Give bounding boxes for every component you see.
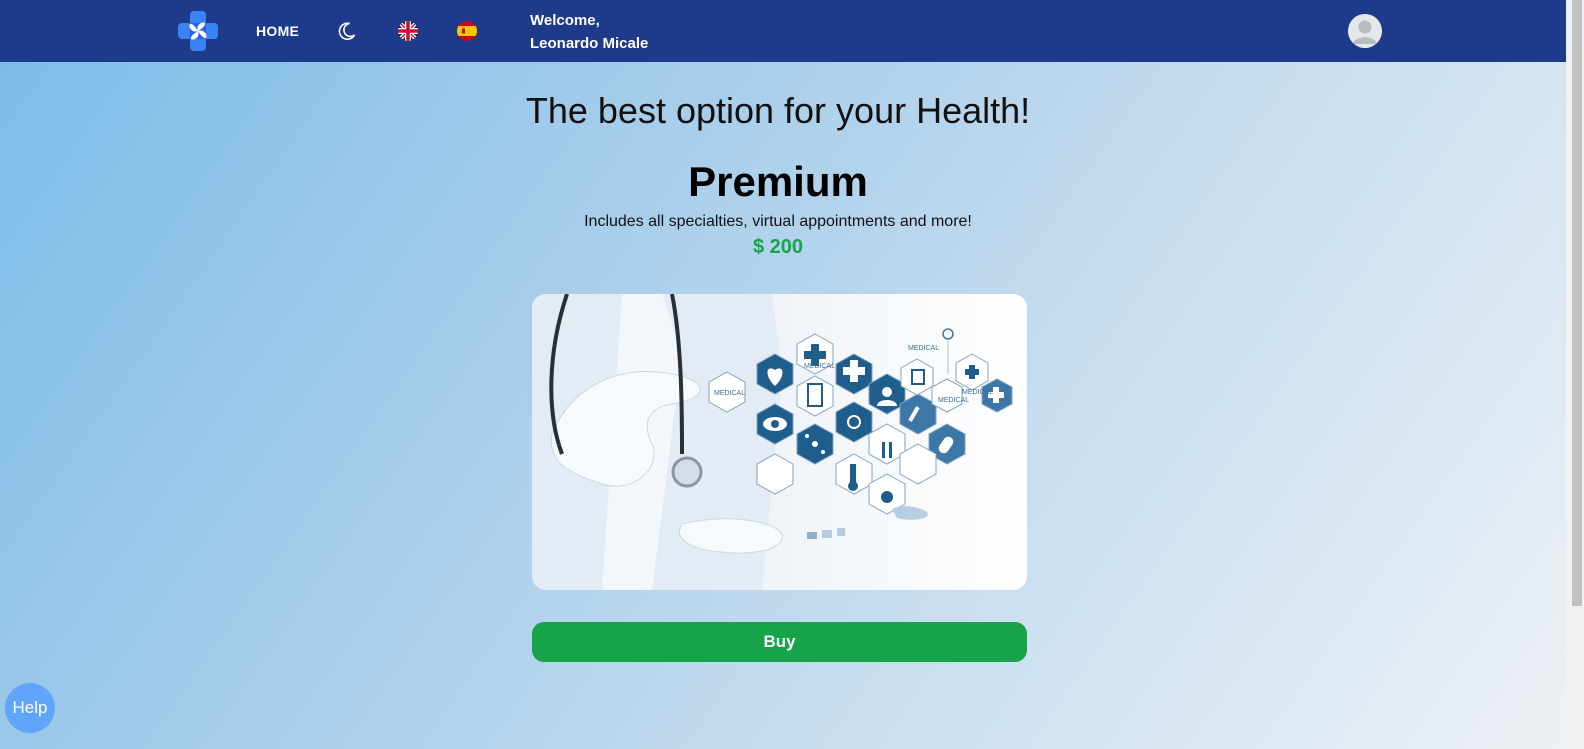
nav-home-link[interactable]: HOME [256,23,299,39]
scrollbar-thumb[interactable] [1572,0,1582,606]
svg-text:MEDICAL: MEDICAL [938,397,969,404]
user-avatar-icon[interactable] [1348,14,1382,48]
welcome-greeting: Welcome, [530,12,600,29]
svg-text:MEDICAL: MEDICAL [804,363,835,370]
plan-name: Premium [688,158,868,205]
svg-text:MEDICAL: MEDICAL [714,390,745,397]
plan-price: $ 200 [752,236,804,258]
welcome-message: Welcome, Leonardo Micale [530,9,648,55]
svg-text:MEDICAL: MEDICAL [908,345,939,352]
top-navbar: HOME Welcome, Leonardo Micale [0,0,1566,62]
help-button[interactable]: Help [5,683,55,733]
scrollbar-track[interactable] [1566,0,1584,749]
doctor-medical-hexagons-image: MEDICAL MEDICAL MEDICAL MEDICAL MEDICAL [532,294,1027,590]
moon-icon[interactable] [337,21,357,41]
page-headline: The best option for your Health! [525,90,1031,131]
svg-text:MEDICAL: MEDICAL [962,389,993,396]
spain-flag-icon[interactable] [457,21,477,41]
medical-cross-logo-icon[interactable] [178,11,218,51]
welcome-username: Leonardo Micale [530,35,649,52]
buy-button[interactable]: Buy [532,622,1027,662]
plan-description: Includes all specialties, virtual appoin… [584,213,972,230]
uk-flag-icon[interactable] [398,21,418,41]
